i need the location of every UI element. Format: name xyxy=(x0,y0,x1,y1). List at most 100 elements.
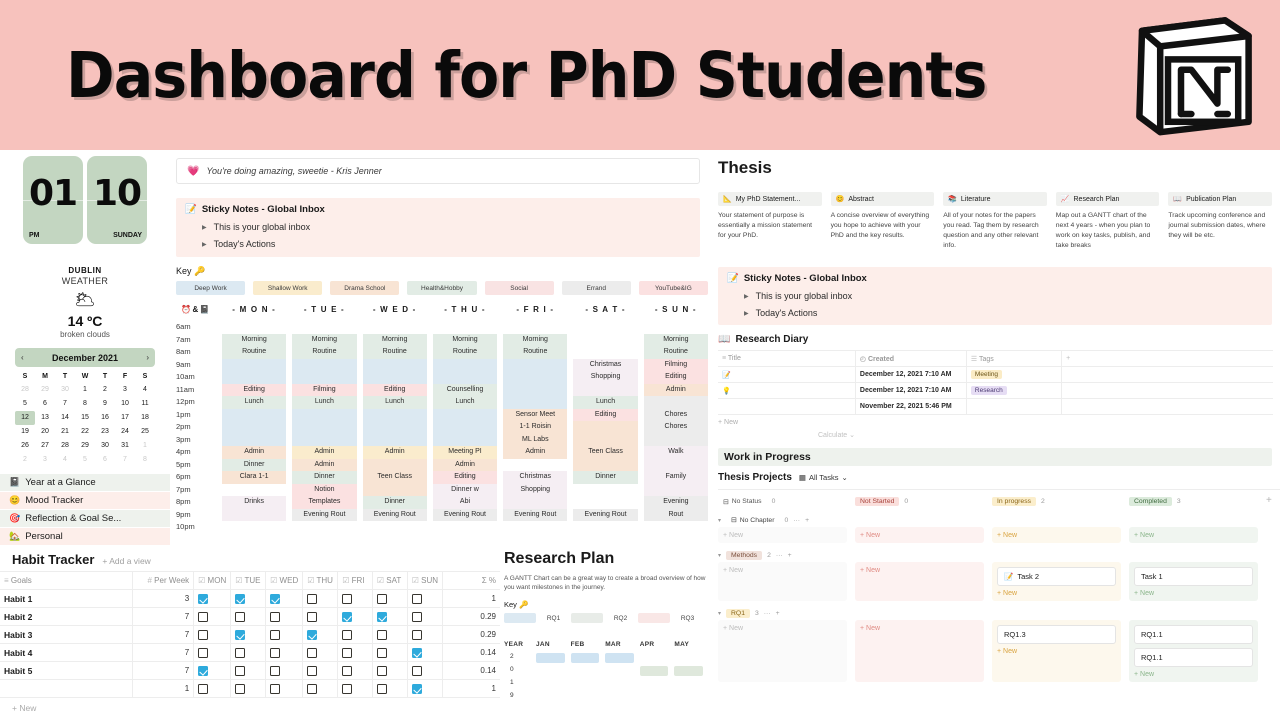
gantt-cell[interactable] xyxy=(674,666,709,679)
habit-day-checkbox-cell[interactable] xyxy=(372,589,408,608)
schedule-slot[interactable] xyxy=(292,321,356,334)
kanban-status-header[interactable]: Not Started 0 xyxy=(855,495,984,508)
schedule-slot[interactable]: Counselling xyxy=(432,383,498,396)
calendar-day-cell[interactable]: 1 xyxy=(135,439,155,453)
kanban-group-header[interactable]: ▾ ⊟ No Chapter 0 ··· + xyxy=(718,513,1280,527)
habit-per-week-cell[interactable]: 7 xyxy=(132,643,195,662)
schedule-slot[interactable] xyxy=(292,371,357,384)
habit-day-checkbox-cell[interactable] xyxy=(407,589,444,608)
schedule-slot[interactable]: Teen Class xyxy=(573,446,638,459)
thesis-card[interactable]: 📚 Literature All of your notes for the pap… xyxy=(943,192,1047,251)
group-menu-button[interactable]: ··· xyxy=(764,610,771,617)
schedule-slot[interactable]: Christmas xyxy=(573,358,638,371)
kanban-card[interactable]: RQ1.1 xyxy=(1134,625,1253,644)
checkbox[interactable] xyxy=(270,683,281,694)
schedule-slot[interactable]: Evening Rout xyxy=(432,508,498,521)
kanban-group-header[interactable]: ▾ Methods 2 ··· + xyxy=(718,548,1280,562)
schedule-slot[interactable] xyxy=(362,358,427,371)
schedule-slot[interactable]: Abi xyxy=(432,496,498,509)
checkbox[interactable] xyxy=(342,665,353,676)
schedule-slot[interactable] xyxy=(292,408,357,421)
schedule-slot[interactable]: Evening Rout xyxy=(573,508,638,521)
habit-day-checkbox-cell[interactable] xyxy=(372,607,408,626)
schedule-slot[interactable] xyxy=(503,521,567,534)
list-item[interactable]: ▶ Today's Actions xyxy=(744,308,1263,318)
calendar-day-cell[interactable]: 22 xyxy=(75,425,95,439)
chevron-down-icon[interactable]: ▾ xyxy=(718,552,721,559)
chevron-right-icon[interactable]: › xyxy=(146,353,149,362)
habit-goal-cell[interactable]: Habit 2 xyxy=(0,607,133,626)
calendar-day-cell[interactable]: 29 xyxy=(35,383,55,397)
schedule-slot[interactable]: Routine xyxy=(362,346,427,359)
add-card-button[interactable]: + New xyxy=(723,625,842,632)
habit-per-week-cell[interactable]: 7 xyxy=(132,661,195,680)
habit-goal-cell[interactable]: Habit 4 xyxy=(0,643,133,662)
habit-day-checkbox-cell[interactable] xyxy=(407,679,444,698)
checkbox[interactable] xyxy=(270,611,281,622)
schedule-slot[interactable]: Walk xyxy=(643,446,708,459)
gantt-cell[interactable] xyxy=(674,679,709,692)
calendar-day-cell[interactable]: 11 xyxy=(135,397,155,411)
habit-day-checkbox-cell[interactable] xyxy=(372,643,408,662)
checkbox[interactable] xyxy=(198,683,209,694)
gantt-cell[interactable] xyxy=(640,679,675,692)
thesis-card[interactable]: 📈 Research Plan Map out a GANTT chart of t… xyxy=(1055,192,1160,251)
calendar-day-cell[interactable]: 1 xyxy=(75,383,95,397)
schedule-slot[interactable] xyxy=(222,484,286,497)
habit-day-checkbox-cell[interactable] xyxy=(337,661,373,680)
schedule-slot[interactable]: Routine xyxy=(292,346,357,359)
schedule-slot[interactable]: Lunch xyxy=(432,396,498,409)
habit-day-checkbox-cell[interactable] xyxy=(337,607,373,626)
schedule-slot[interactable] xyxy=(222,421,287,434)
thesis-card-header[interactable]: 📖 Publication Plan xyxy=(1168,192,1272,206)
gantt-cell[interactable] xyxy=(536,679,571,692)
checkbox[interactable] xyxy=(342,611,353,622)
kanban-lane[interactable]: Task 1 + New xyxy=(1129,562,1258,601)
habit-day-checkbox-cell[interactable] xyxy=(193,589,232,608)
schedule-slot[interactable]: Evening Rout xyxy=(292,508,357,521)
habit-day-checkbox-cell[interactable] xyxy=(407,625,444,644)
column-header-add[interactable]: + xyxy=(1061,350,1273,367)
schedule-slot[interactable] xyxy=(433,321,497,334)
calendar-day-cell[interactable]: 6 xyxy=(35,397,55,411)
calendar-day-cell[interactable]: 9 xyxy=(95,397,115,411)
checkbox[interactable] xyxy=(270,629,281,640)
habit-per-week-cell[interactable]: 7 xyxy=(132,607,195,626)
schedule-slot[interactable] xyxy=(222,321,286,334)
calendar-day-cell[interactable]: 23 xyxy=(95,425,115,439)
schedule-slot[interactable] xyxy=(362,421,427,434)
schedule-slot[interactable] xyxy=(222,371,287,384)
chevron-down-icon[interactable]: ▾ xyxy=(718,610,721,617)
kanban-lane[interactable]: + New xyxy=(718,527,847,543)
column-header-tags[interactable]: ☰ Tags xyxy=(966,350,1063,367)
checkbox[interactable] xyxy=(307,611,318,622)
checkbox[interactable] xyxy=(342,593,353,604)
schedule-slot[interactable]: Rout xyxy=(643,508,708,521)
habit-day-checkbox-cell[interactable] xyxy=(193,607,232,626)
add-new-row-button[interactable]: + New xyxy=(718,419,1280,426)
habit-day-checkbox-cell[interactable] xyxy=(337,643,373,662)
gantt-cell[interactable] xyxy=(605,679,640,692)
add-card-button[interactable]: + New xyxy=(723,567,842,574)
calendar-day-cell[interactable]: 5 xyxy=(75,453,95,467)
gantt-cell[interactable] xyxy=(674,692,709,705)
schedule-slot[interactable]: Chores xyxy=(643,408,708,421)
schedule-slot[interactable] xyxy=(362,408,427,421)
schedule-slot[interactable] xyxy=(292,433,357,446)
chevron-right-icon[interactable]: ▶ xyxy=(744,293,749,300)
calendar-day-cell[interactable]: 6 xyxy=(95,453,115,467)
checkbox[interactable] xyxy=(235,683,246,694)
schedule-slot[interactable]: Lunch xyxy=(573,396,638,409)
gantt-cell[interactable] xyxy=(570,653,606,666)
sidebar-item-year-at-a-glance[interactable]: 📓 Year at a Glance xyxy=(0,474,170,491)
checkbox[interactable] xyxy=(235,611,246,622)
kanban-status-header[interactable]: ⊟ No Status 0 xyxy=(718,495,847,508)
checkbox[interactable] xyxy=(411,593,422,604)
schedule-slot[interactable]: Lunch xyxy=(292,396,357,409)
column-header-goals[interactable]: ≡ Goals xyxy=(0,571,133,590)
habit-day-checkbox-cell[interactable] xyxy=(230,589,267,608)
calendar-day-cell[interactable]: 25 xyxy=(135,425,155,439)
schedule-slot[interactable] xyxy=(503,358,568,371)
add-card-button[interactable]: + New xyxy=(860,625,979,632)
checkbox[interactable] xyxy=(235,629,246,640)
